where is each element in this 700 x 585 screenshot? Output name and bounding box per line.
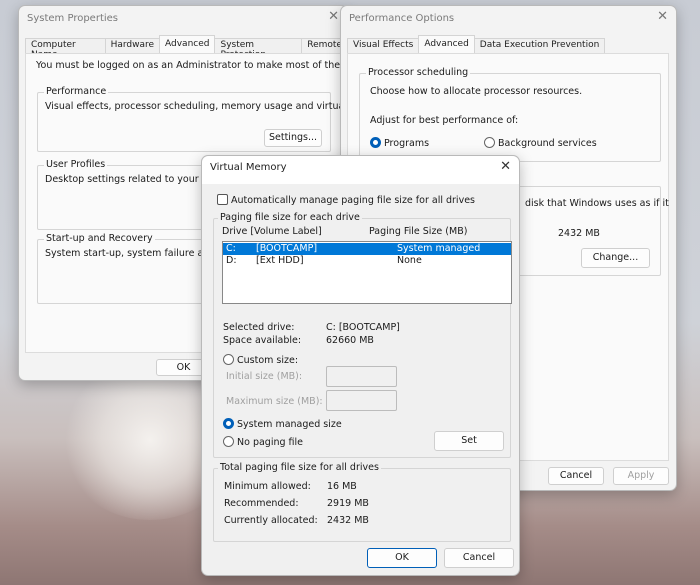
- selected-drive-value: C: [BOOTCAMP]: [326, 322, 400, 333]
- tab-system-protection[interactable]: System Protection: [214, 38, 303, 60]
- recommended-value: 2919 MB: [327, 498, 369, 509]
- ok-button[interactable]: OK: [367, 548, 437, 568]
- selected-drive-label: Selected drive:: [223, 322, 295, 333]
- radio-label: Custom size:: [237, 355, 299, 366]
- checkbox-label: Automatically manage paging file size fo…: [231, 195, 475, 206]
- initial-size-label: Initial size (MB):: [226, 371, 303, 382]
- drive-label: [BOOTCAMP]: [256, 243, 318, 254]
- radio-selected-icon: [223, 418, 234, 429]
- radio-empty-icon: [484, 137, 495, 148]
- virtual-memory-size: 2432 MB: [558, 228, 600, 239]
- tab-advanced[interactable]: Advanced: [418, 35, 475, 54]
- minimum-allowed-value: 16 MB: [327, 481, 357, 492]
- drive-size: System managed: [397, 243, 481, 254]
- radio-label: No paging file: [237, 437, 303, 448]
- radio-empty-icon: [223, 354, 234, 365]
- settings-button[interactable]: Settings...: [264, 129, 322, 147]
- radio-label: Programs: [384, 138, 430, 149]
- background-services-radio[interactable]: Background services: [484, 137, 597, 149]
- radio-empty-icon: [223, 436, 234, 447]
- checkbox-icon: [217, 194, 228, 205]
- virtual-memory-desc: disk that Windows uses as if it: [525, 198, 669, 209]
- drive-size: None: [397, 255, 422, 266]
- tab-bar: Visual Effects Advanced Data Execution P…: [347, 35, 606, 54]
- group-label: Total paging file size for all drives: [218, 462, 381, 473]
- radio-label: System managed size: [237, 419, 342, 430]
- tab-dep[interactable]: Data Execution Prevention: [473, 38, 606, 54]
- auto-manage-checkbox[interactable]: Automatically manage paging file size fo…: [217, 194, 475, 206]
- custom-size-radio[interactable]: Custom size:: [223, 354, 298, 366]
- recommended-label: Recommended:: [224, 498, 299, 509]
- close-icon[interactable]: ✕: [328, 9, 339, 24]
- window-title: Performance Options: [349, 13, 455, 24]
- tab-computer-name[interactable]: Computer Name: [25, 38, 106, 60]
- drive-list[interactable]: C: [BOOTCAMP] System managed D: [Ext HDD…: [222, 241, 512, 304]
- no-paging-radio[interactable]: No paging file: [223, 436, 303, 448]
- set-button[interactable]: Set: [434, 431, 504, 451]
- maximum-size-input[interactable]: [326, 390, 397, 411]
- radio-selected-icon: [370, 137, 381, 148]
- cancel-button[interactable]: Cancel: [548, 467, 604, 485]
- group-label: User Profiles: [44, 159, 108, 170]
- group-label: Processor scheduling: [366, 67, 471, 78]
- close-icon[interactable]: ✕: [500, 159, 511, 174]
- tab-bar: Computer Name Hardware Advanced System P…: [25, 35, 348, 60]
- currently-allocated-value: 2432 MB: [327, 515, 369, 526]
- column-header-drive: Drive [Volume Label]: [222, 226, 322, 237]
- group-label: Performance: [44, 86, 109, 97]
- drive-letter: C:: [226, 243, 236, 254]
- minimum-allowed-label: Minimum allowed:: [224, 481, 311, 492]
- tab-hardware[interactable]: Hardware: [104, 38, 161, 54]
- window-title: System Properties: [27, 13, 119, 24]
- cancel-button[interactable]: Cancel: [444, 548, 514, 568]
- maximum-size-label: Maximum size (MB):: [226, 396, 323, 407]
- apply-button[interactable]: Apply: [613, 467, 669, 485]
- totals-group: Total paging file size for all drives Mi…: [213, 462, 511, 542]
- window-title: Virtual Memory: [210, 162, 287, 173]
- programs-radio[interactable]: Programs: [370, 137, 429, 149]
- column-header-size: Paging File Size (MB): [369, 226, 468, 237]
- currently-allocated-label: Currently allocated:: [224, 515, 318, 526]
- close-icon[interactable]: ✕: [657, 9, 668, 24]
- drive-row-d[interactable]: D: [Ext HDD] None: [223, 255, 511, 267]
- tab-advanced[interactable]: Advanced: [159, 35, 216, 54]
- performance-desc: Visual effects, processor scheduling, me…: [45, 101, 390, 112]
- paging-group: Paging file size for each drive Drive [V…: [213, 212, 512, 458]
- space-available-value: 62660 MB: [326, 335, 374, 346]
- change-button[interactable]: Change...: [581, 248, 650, 268]
- drive-label: [Ext HDD]: [256, 255, 304, 266]
- tab-visual-effects[interactable]: Visual Effects: [347, 38, 420, 54]
- initial-size-input[interactable]: [326, 366, 397, 387]
- adjust-label: Adjust for best performance of:: [370, 115, 519, 126]
- system-managed-radio[interactable]: System managed size: [223, 418, 342, 430]
- virtual-memory-dialog: Virtual Memory ✕ Automatically manage pa…: [201, 155, 520, 576]
- processor-scheduling-group: Processor scheduling Choose how to alloc…: [359, 67, 661, 162]
- group-label: Start-up and Recovery: [44, 233, 155, 244]
- radio-label: Background services: [498, 138, 597, 149]
- group-label: Paging file size for each drive: [218, 212, 362, 223]
- processor-desc: Choose how to allocate processor resourc…: [370, 86, 583, 97]
- performance-group: Performance Visual effects, processor sc…: [37, 86, 390, 152]
- drive-row-c[interactable]: C: [BOOTCAMP] System managed: [223, 243, 511, 255]
- drive-letter: D:: [226, 255, 237, 266]
- space-available-label: Space available:: [223, 335, 302, 346]
